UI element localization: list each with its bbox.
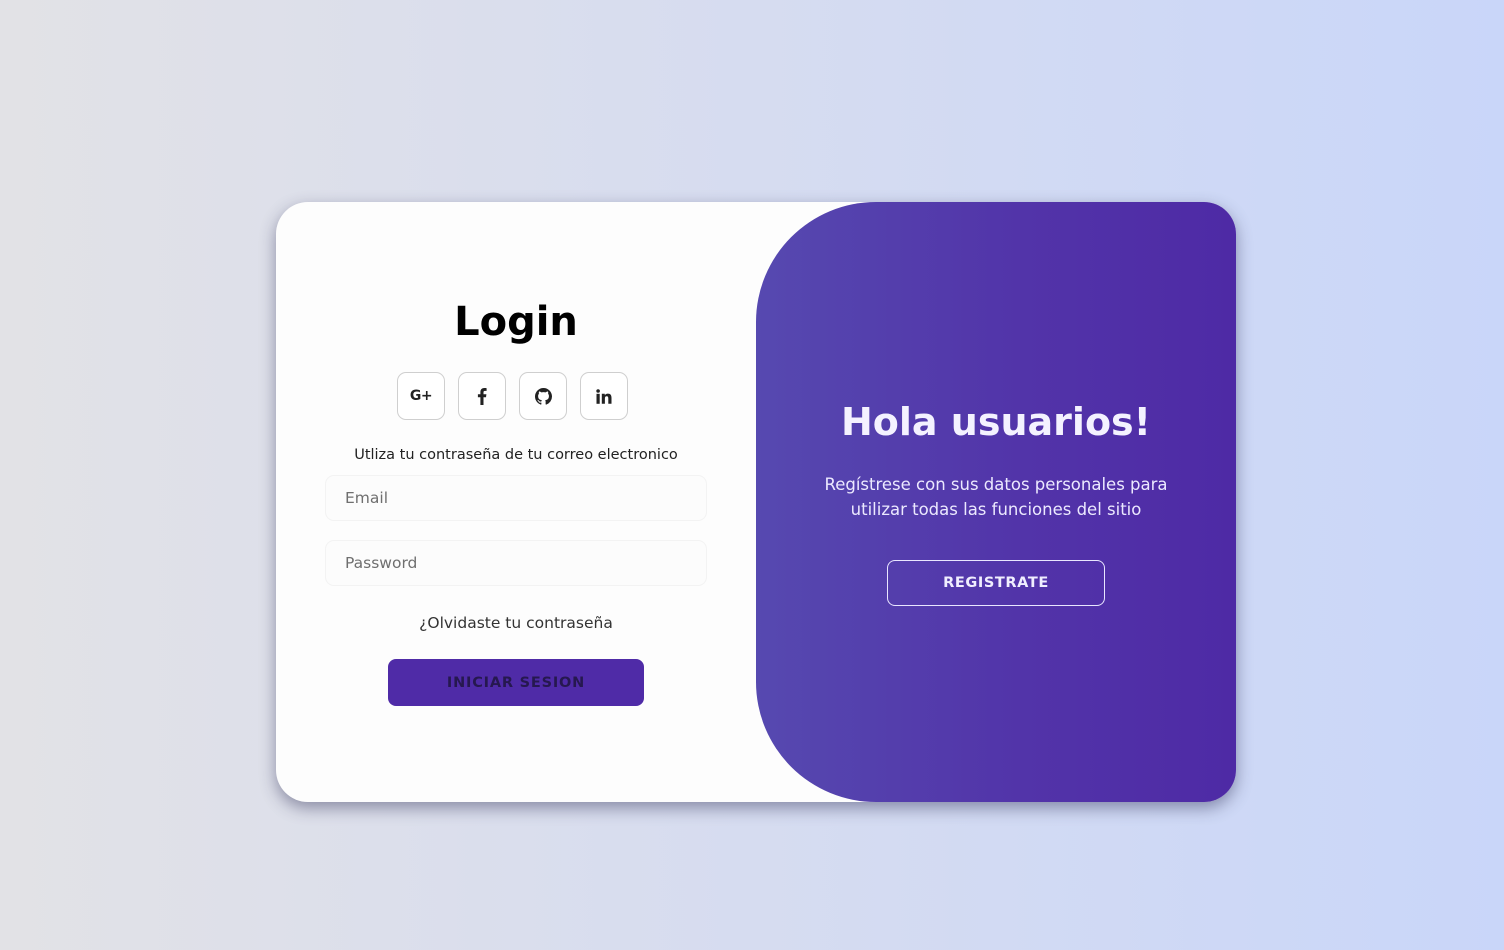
- welcome-panel: Hola usuarios! Regístrese con sus datos …: [756, 202, 1236, 802]
- google-plus-button[interactable]: G+: [397, 372, 445, 420]
- helper-text: Utliza tu contraseña de tu correo electr…: [354, 447, 678, 463]
- linkedin-button[interactable]: [580, 372, 628, 420]
- login-title: Login: [454, 299, 578, 345]
- github-icon: [534, 387, 552, 405]
- facebook-icon: [477, 387, 487, 405]
- facebook-button[interactable]: [458, 372, 506, 420]
- welcome-title: Hola usuarios!: [841, 400, 1151, 444]
- github-button[interactable]: [519, 372, 567, 420]
- login-panel: Login G+ Utliza tu contraseña de tu corr…: [276, 202, 756, 802]
- email-field[interactable]: [326, 476, 706, 520]
- login-button[interactable]: INICIAR SESION: [388, 659, 644, 706]
- linkedin-icon: [596, 388, 612, 404]
- google-plus-icon: G+: [409, 388, 433, 404]
- social-login-row: G+: [397, 372, 628, 420]
- register-button[interactable]: REGISTRATE: [887, 560, 1105, 606]
- forgot-password-link[interactable]: ¿Olvidaste tu contraseña: [276, 614, 756, 632]
- welcome-text: Regístrese con sus datos personales para…: [824, 475, 1168, 519]
- auth-card: Login G+ Utliza tu contraseña de tu corr…: [276, 202, 1236, 802]
- password-field[interactable]: [326, 541, 706, 585]
